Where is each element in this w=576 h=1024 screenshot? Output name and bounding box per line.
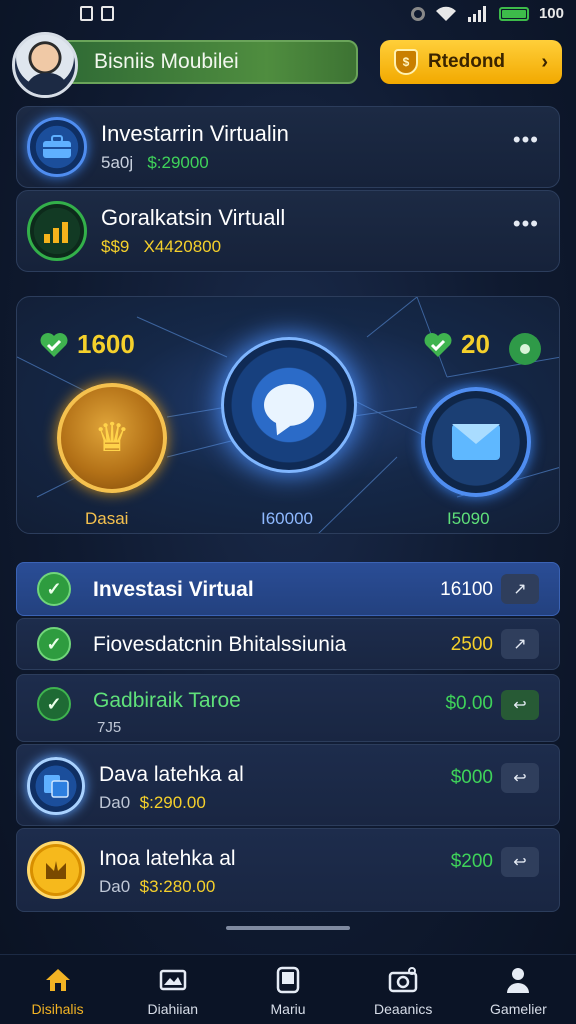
- hero-stat-left: 1600: [39, 329, 135, 360]
- list-item[interactable]: Dava latehka al Da0 $:290.00 $000 ↩: [16, 744, 560, 826]
- wifi-icon: [435, 6, 456, 21]
- card-subtitle: $$9 X4420800: [101, 237, 222, 256]
- list-item-value: $000: [450, 767, 493, 788]
- nav-item-menu[interactable]: Mariu: [230, 955, 345, 1024]
- location-icon[interactable]: [509, 333, 541, 365]
- app-title: Bisniis Moubilei: [58, 40, 358, 84]
- list-item-value: 2500: [450, 634, 493, 655]
- nav-label: Deaanics: [374, 1001, 433, 1017]
- battery-text: 100: [538, 5, 564, 22]
- arrow-icon[interactable]: ↩: [501, 763, 539, 793]
- sync-icon: [410, 6, 425, 21]
- image-icon: [158, 965, 188, 995]
- list-item-subtitle: Da0 $3:280.00: [99, 877, 216, 896]
- nav-label: Disihalis: [31, 1001, 84, 1017]
- card-title: Investarrin Virtualin: [101, 121, 289, 146]
- hero-stat-right: 20: [423, 329, 490, 360]
- nav-item-devices[interactable]: Deaanics: [346, 955, 461, 1024]
- card-subtitle: 5a0j $:29000: [101, 153, 209, 172]
- list-item-title: Inoa latehka al: [99, 847, 236, 870]
- arrow-icon[interactable]: ↗: [501, 629, 539, 659]
- crown-icon: ♛: [94, 416, 130, 460]
- scroll-handle[interactable]: [226, 926, 350, 930]
- heart-check-icon: [424, 332, 452, 357]
- reward-button[interactable]: $ Rtedond ›: [380, 40, 562, 84]
- bottom-nav: Disihalis Diahiian Mariu Deaanics Gameli…: [0, 954, 576, 1024]
- more-options-icon[interactable]: •••: [513, 127, 539, 153]
- nav-item-gallery[interactable]: Diahiian: [115, 955, 230, 1024]
- list-item[interactable]: ✓ Investasi Virtual 16100 ↗: [16, 562, 560, 616]
- app-header: Bisniis Moubilei $ Rtedond ›: [0, 30, 576, 98]
- heart-check-icon: [40, 332, 68, 357]
- list-item-subtitle: Da0 $:290.00: [99, 793, 206, 812]
- envelope-icon: [452, 424, 500, 460]
- battery-icon: [498, 6, 529, 21]
- chart-icon: [27, 201, 87, 261]
- tablet-icon: [273, 965, 303, 995]
- hero-panel: 1600 20 ♛ Dasai I60000 I5090: [16, 296, 560, 534]
- chat-bubble-icon: [264, 384, 314, 426]
- nav-item-profile[interactable]: Gamelier: [461, 955, 576, 1024]
- hero-label-right: I5090: [447, 509, 490, 528]
- signal-icon: [467, 5, 486, 22]
- list-item-value: 16100: [440, 579, 493, 600]
- arrow-icon[interactable]: ↩: [501, 847, 539, 877]
- nav-label: Mariu: [270, 1001, 306, 1017]
- check-icon: ✓: [37, 572, 71, 606]
- list-item-subtitle: 7J5: [97, 719, 122, 736]
- app-title-text: Bisniis Moubilei: [94, 50, 239, 73]
- hero-label-center: I60000: [261, 509, 313, 528]
- shield-icon: $: [394, 49, 418, 75]
- blue-coin[interactable]: [421, 387, 531, 497]
- sim-icon: [80, 6, 93, 21]
- center-coin[interactable]: [221, 337, 357, 473]
- nav-item-home[interactable]: Disihalis: [0, 955, 115, 1024]
- list-item-title: Investasi Virtual: [93, 578, 254, 601]
- document-icon: [27, 757, 85, 815]
- list-item[interactable]: ✓ Gadbiraik Taroe 7J5 $0.00 ↩: [16, 674, 560, 742]
- check-icon: ✓: [37, 627, 71, 661]
- more-options-icon[interactable]: •••: [513, 211, 539, 237]
- reward-label: Rtedond: [428, 51, 506, 72]
- storage-icon: [101, 6, 114, 21]
- list-item-value: $0.00: [445, 693, 493, 714]
- nav-label: Diahiian: [147, 1001, 199, 1017]
- briefcase-icon: [27, 117, 87, 177]
- status-left-icons: [80, 6, 114, 21]
- status-right-icons: 100: [410, 5, 564, 22]
- avatar[interactable]: [12, 32, 78, 98]
- investment-card-1[interactable]: Investarrin Virtualin 5a0j $:29000 •••: [16, 106, 560, 188]
- card-title: Goralkatsin Virtuall: [101, 205, 286, 230]
- arrow-icon[interactable]: ↗: [501, 574, 539, 604]
- status-bar: 100: [0, 0, 576, 28]
- check-icon: ✓: [37, 687, 71, 721]
- home-icon: [43, 965, 73, 995]
- arrow-icon[interactable]: ↩: [501, 690, 539, 720]
- list-item-value: $200: [450, 851, 493, 872]
- gold-coin[interactable]: ♛: [57, 383, 167, 493]
- chevron-right-icon: ›: [541, 50, 548, 73]
- user-icon: [503, 965, 533, 995]
- hero-label-left: Dasai: [85, 509, 129, 528]
- list-item[interactable]: Inoa latehka al Da0 $3:280.00 $200 ↩: [16, 828, 560, 912]
- list-item-title: Dava latehka al: [99, 763, 244, 786]
- coin-icon: [27, 841, 85, 899]
- list-item-title: Fiovesdatcnin Bhitalssiunia: [93, 633, 347, 656]
- investment-card-2[interactable]: Goralkatsin Virtuall $$9 X4420800 •••: [16, 190, 560, 272]
- list-item-title: Gadbiraik Taroe: [93, 689, 241, 712]
- camera-icon: [388, 965, 418, 995]
- list-item[interactable]: ✓ Fiovesdatcnin Bhitalssiunia 2500 ↗: [16, 618, 560, 670]
- nav-label: Gamelier: [490, 1001, 547, 1017]
